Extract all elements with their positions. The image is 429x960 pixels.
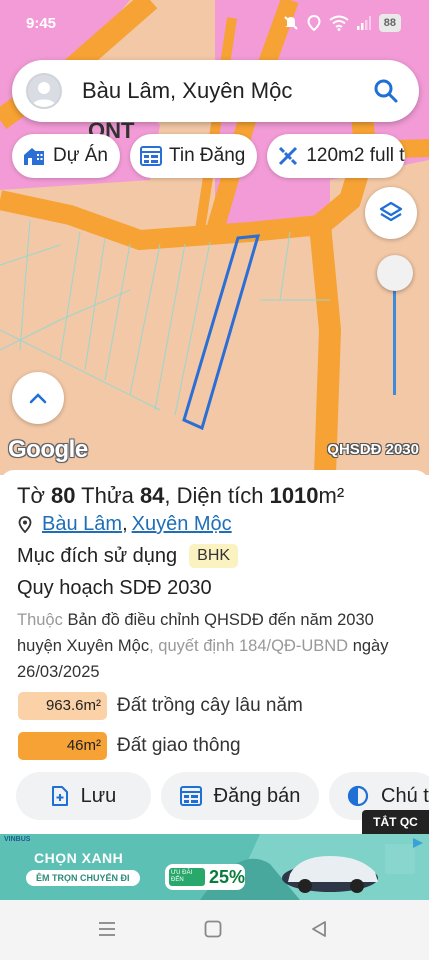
sell-label: Đăng bán	[213, 784, 301, 807]
battery-icon: 88	[378, 14, 401, 32]
search-bar[interactable]: Bàu Lâm, Xuyên Mộc	[12, 60, 419, 122]
location-icon	[307, 15, 321, 31]
ad-promo-small: ƯU ĐÃI ĐẾN	[169, 868, 205, 886]
listing-icon	[139, 146, 162, 166]
commune-link[interactable]: Bàu Lâm	[42, 513, 122, 536]
land-use-label: Đất trồng cây lâu năm	[117, 695, 303, 716]
map-view[interactable]: ONT 9:45 88 Bàu Lâm, Xuyên Mộc Dự Án Tin…	[0, 0, 429, 475]
plot-number: 84	[139, 483, 165, 508]
search-input[interactable]: Bàu Lâm, Xuyên Mộc	[82, 78, 373, 104]
district-link[interactable]: Xuyên Mộc	[132, 513, 232, 536]
land-use-area: 46m²	[18, 732, 107, 760]
user-icon	[32, 82, 56, 107]
usage-purpose: Mục đích sử dụng BHK	[17, 544, 239, 568]
desc-decision: , quyết định 184/QĐ-UBND	[149, 637, 353, 655]
close-ad-button[interactable]: TẮT QC	[362, 810, 429, 834]
location-line: Bàu Lâm, Xuyên Mộc	[18, 513, 232, 536]
layers-icon	[379, 201, 403, 222]
signal-icon	[356, 16, 371, 30]
title-area-label: , Diện tích	[164, 483, 270, 508]
purpose-code-badge: BHK	[189, 544, 239, 568]
ad-promo: ƯU ĐÃI ĐẾN 25%	[165, 864, 245, 890]
ad-headline: CHỌN XANH	[34, 850, 124, 866]
land-use-label: Đất giao thông	[117, 735, 241, 756]
add-document-icon	[51, 786, 68, 806]
desc-prefix: Thuộc	[17, 611, 68, 629]
listing-icon	[179, 786, 202, 806]
title-prefix: Tờ	[17, 483, 51, 508]
ad-info-icon[interactable]	[411, 836, 425, 850]
map-layer-name: QHSDĐ 2030	[327, 441, 419, 458]
layers-button[interactable]	[365, 187, 417, 239]
status-time: 9:45	[26, 15, 57, 32]
ad-promo-percent: 25%	[208, 866, 245, 887]
chip-listings[interactable]: Tin Đăng	[129, 134, 258, 178]
ad-banner[interactable]: VINBUS CHỌN XANH ÊM TRỌN CHUYẾN ĐI ƯU ĐÃ…	[0, 834, 429, 900]
home-icon	[24, 148, 44, 165]
search-icon[interactable]	[373, 78, 399, 104]
save-button[interactable]: Lưu	[16, 772, 151, 820]
opacity-slider-track[interactable]	[393, 275, 396, 395]
chip-label: Dự Án	[53, 145, 108, 166]
road	[309, 223, 342, 475]
home-nav-icon[interactable]	[203, 919, 223, 939]
contrast-icon	[347, 785, 369, 807]
plan-description: Thuộc Bản đồ điều chỉnh QHSDĐ đến năm 20…	[17, 607, 412, 685]
wifi-icon	[329, 15, 349, 31]
status-icons: 88	[283, 14, 401, 32]
sheet-number: 80	[50, 483, 76, 508]
avatar[interactable]	[26, 73, 62, 109]
back-icon[interactable]	[309, 919, 329, 939]
location-pin-icon	[18, 515, 32, 533]
expand-up-button[interactable]	[12, 372, 64, 424]
selected-parcel-outline[interactable]	[182, 234, 261, 431]
parcel-title: Tờ 80 Thửa 84, Diện tích 1010m²	[17, 483, 344, 509]
plan-title: Quy hoạch SDĐ 2030	[17, 577, 212, 599]
land-use-row: 963.6m² Đất trồng cây lâu năm	[18, 692, 303, 720]
land-use-row: 46m² Đất giao thông	[18, 732, 241, 760]
area-unit: m²	[318, 483, 345, 508]
ad-subline: ÊM TRỌN CHUYẾN ĐI	[26, 870, 140, 886]
bell-off-icon	[284, 16, 298, 30]
chip-projects[interactable]: Dự Án	[12, 134, 120, 178]
post-sale-button[interactable]: Đăng bán	[161, 772, 319, 820]
save-label: Lưu	[80, 784, 117, 807]
note-label: Chú t	[381, 784, 429, 807]
chevron-up-icon	[29, 393, 47, 404]
opacity-slider-handle[interactable]	[377, 255, 413, 291]
title-mid: Thửa	[75, 483, 140, 508]
parcel-info-panel: Tờ 80 Thửa 84, Diện tích 1010m² Bàu Lâm,…	[0, 470, 429, 832]
system-nav-bar	[0, 900, 429, 960]
recent-apps-icon[interactable]	[97, 919, 117, 939]
chip-label: Tin Đăng	[168, 145, 246, 166]
ad-brand: VINBUS	[4, 836, 31, 843]
area-value: 1010	[269, 483, 319, 508]
filter-chips: Dự Án Tin Đăng 120m2 full t	[12, 134, 405, 178]
ruler-icon	[279, 146, 298, 166]
status-bar: 9:45 88	[0, 0, 429, 48]
purpose-label: Mục đích sử dụng	[17, 544, 178, 567]
google-logo: Google	[8, 436, 88, 463]
land-use-area: 963.6m²	[18, 692, 107, 720]
chip-label: 120m2 full t	[306, 145, 405, 166]
chip-saved-search[interactable]: 120m2 full t	[267, 134, 405, 178]
